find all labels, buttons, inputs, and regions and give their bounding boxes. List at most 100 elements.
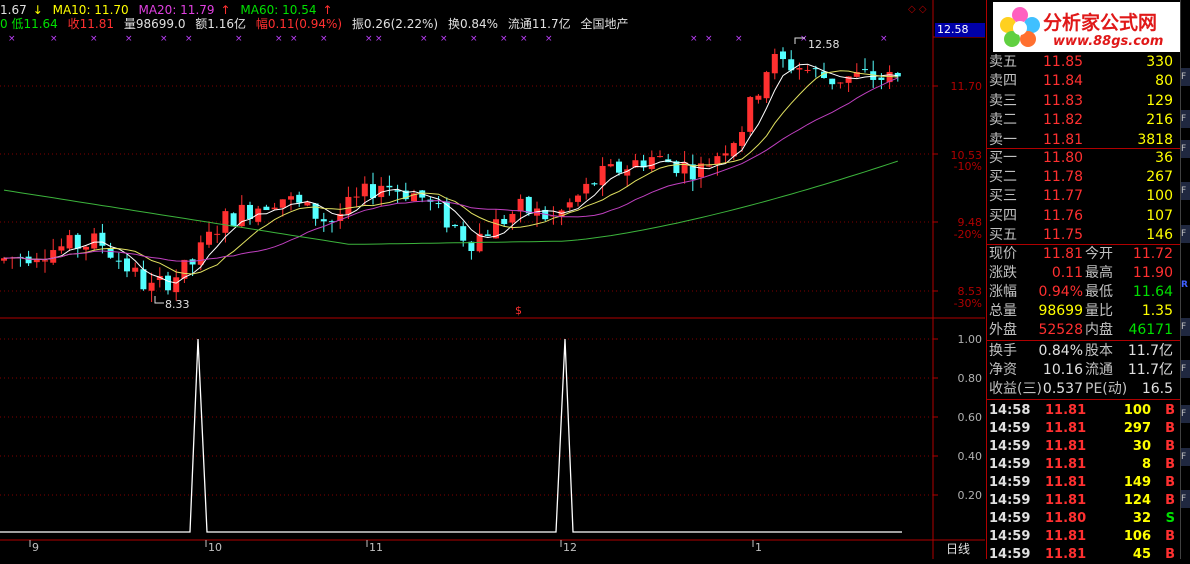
candle-body: [197, 242, 204, 265]
ma60-value: MA60: 10.54: [240, 3, 317, 17]
bid-row[interactable]: 买三 11.77 100: [987, 187, 1181, 206]
candle-body: [599, 165, 606, 186]
ma10-line: [3, 70, 898, 275]
ask-price: 11.85: [1043, 54, 1084, 70]
side-tool-5[interactable]: F: [1181, 225, 1190, 243]
low-annotation: 8.33: [165, 298, 190, 311]
candle-body: [189, 259, 196, 265]
stat-value-left: 0.94%: [1038, 284, 1083, 300]
candle-body: [739, 132, 745, 146]
tick-volume: 149: [1123, 475, 1151, 490]
fund-ticks-divider: [987, 399, 1181, 400]
bid-row[interactable]: 买四 11.76 107: [987, 207, 1181, 226]
bid-price: 11.78: [1043, 169, 1084, 186]
candle-body: [607, 164, 614, 167]
candle-body: [837, 82, 844, 84]
tick-row: 14:59 11.81 297 B: [987, 419, 1181, 438]
tick-side: B: [1165, 529, 1175, 544]
stat-row: 涨幅 0.94% 最低 11.64: [987, 283, 1181, 302]
kline-chart-area[interactable]: × × × × × × × × × × × × × × × × × × × × × × × 1.67 ↓ MA10: 11.7…: [0, 0, 985, 559]
side-tool-3[interactable]: F: [1181, 140, 1190, 158]
side-tool-8[interactable]: F: [1181, 360, 1190, 378]
tick-side: B: [1165, 457, 1175, 472]
axis-pct-3: -20%: [953, 228, 982, 241]
fund-label-right: 流通: [1085, 362, 1113, 378]
tick-row: 14:59 11.81 149 B: [987, 473, 1181, 492]
fund-row: 净资 10.16 流通 11.7亿: [987, 361, 1181, 380]
ask-volume: 3818: [1137, 131, 1173, 148]
fund-value-left: 0.537: [1042, 381, 1083, 397]
candle-body: [829, 78, 836, 85]
candle-body: [107, 248, 114, 258]
bid-row[interactable]: 买一 11.80 36: [987, 149, 1181, 168]
indicator-line: [0, 338, 902, 533]
candle-body: [648, 157, 655, 170]
side-tool-11[interactable]: F: [1181, 490, 1190, 508]
bid-row[interactable]: 买五 11.75 146: [987, 226, 1181, 245]
side-tool-7[interactable]: F: [1181, 318, 1190, 336]
ask-row[interactable]: 卖三 11.83 129: [987, 92, 1181, 111]
candle-body: [279, 199, 286, 208]
ma5-value: 1.67: [0, 3, 27, 17]
bid-volume: 36: [1155, 150, 1173, 166]
side-tool-strip[interactable]: F F F F F R F F F F F: [1180, 0, 1190, 559]
fund-label-left: 换手: [989, 343, 1017, 359]
ask-row[interactable]: 卖四 11.84 80: [987, 72, 1181, 91]
candle-body: [148, 282, 155, 291]
stat-value-left: 98699: [1038, 303, 1083, 319]
ma10-arrow: ↓: [32, 3, 43, 17]
fund-label-right: 股本: [1085, 343, 1113, 359]
tick-row: 14:59 11.80 32 S: [987, 509, 1181, 528]
side-tool-10[interactable]: F: [1181, 448, 1190, 466]
ask-price: 11.84: [1043, 73, 1084, 90]
tick-price: 11.81: [1045, 403, 1087, 418]
side-tool-6[interactable]: R: [1181, 276, 1190, 294]
side-tool-9[interactable]: F: [1181, 405, 1190, 423]
stats-fund-divider: [987, 340, 1181, 341]
stat-label-left: 涨跌: [989, 265, 1017, 281]
tick-row: 14:59 11.81 8 B: [987, 455, 1181, 474]
tick-time: 14:59: [989, 547, 1031, 562]
signal-x-mark: ×: [440, 34, 448, 44]
window-control-icons[interactable]: ◇ ◇: [908, 4, 927, 15]
tick-side: B: [1165, 421, 1175, 436]
tick-price: 11.81: [1045, 457, 1087, 472]
bid-row[interactable]: 买二 11.78 267: [987, 168, 1181, 187]
candle-body: [247, 204, 253, 220]
low-value: 0 低11.64: [0, 17, 58, 31]
ask-label: 卖四: [989, 73, 1017, 90]
tick-side: B: [1165, 403, 1175, 418]
tick-time: 14:59: [989, 439, 1031, 454]
tick-volume: 100: [1123, 403, 1151, 418]
candle-body: [804, 69, 811, 71]
fund-label-left: 净资: [989, 362, 1017, 378]
axis-pct-4: -30%: [953, 297, 982, 310]
tick-side: S: [1165, 511, 1175, 526]
side-tool-4[interactable]: F: [1181, 182, 1190, 200]
signal-x-mark: ×: [290, 34, 298, 44]
signal-marker: $: [515, 304, 522, 317]
candle-body: [714, 156, 721, 165]
side-tool-2[interactable]: F: [1181, 110, 1190, 128]
candle-body: [763, 72, 770, 99]
ask-row[interactable]: 卖一 11.81 3818: [987, 131, 1181, 150]
candle-body: [124, 258, 130, 272]
candle-body: [566, 202, 573, 208]
candle-body: [484, 234, 491, 236]
amount-value: 额1.16亿: [195, 17, 247, 31]
fund-value-left: 10.16: [1042, 362, 1083, 378]
fund-value-right: 16.5: [1141, 381, 1173, 397]
ask-row[interactable]: 卖二 11.82 216: [987, 111, 1181, 130]
ask-row[interactable]: 卖五 11.85 330: [987, 53, 1181, 72]
bid-volume: 100: [1146, 188, 1173, 205]
tick-time: 14:59: [989, 475, 1031, 490]
period-tab[interactable]: 日线: [946, 540, 970, 557]
candle-body: [361, 183, 368, 197]
stat-value-right: 11.72: [1132, 246, 1173, 262]
signal-x-mark: ×: [800, 34, 808, 44]
candle-body: [722, 153, 729, 156]
axis-sub-1: 1.00: [957, 333, 983, 346]
kline-chart-svg[interactable]: × × × × × × × × × × × × × × × × × × × × × × ×: [0, 0, 985, 559]
side-tool-1[interactable]: F: [1181, 68, 1190, 86]
tick-row: 14:59 11.81 30 B: [987, 437, 1181, 456]
